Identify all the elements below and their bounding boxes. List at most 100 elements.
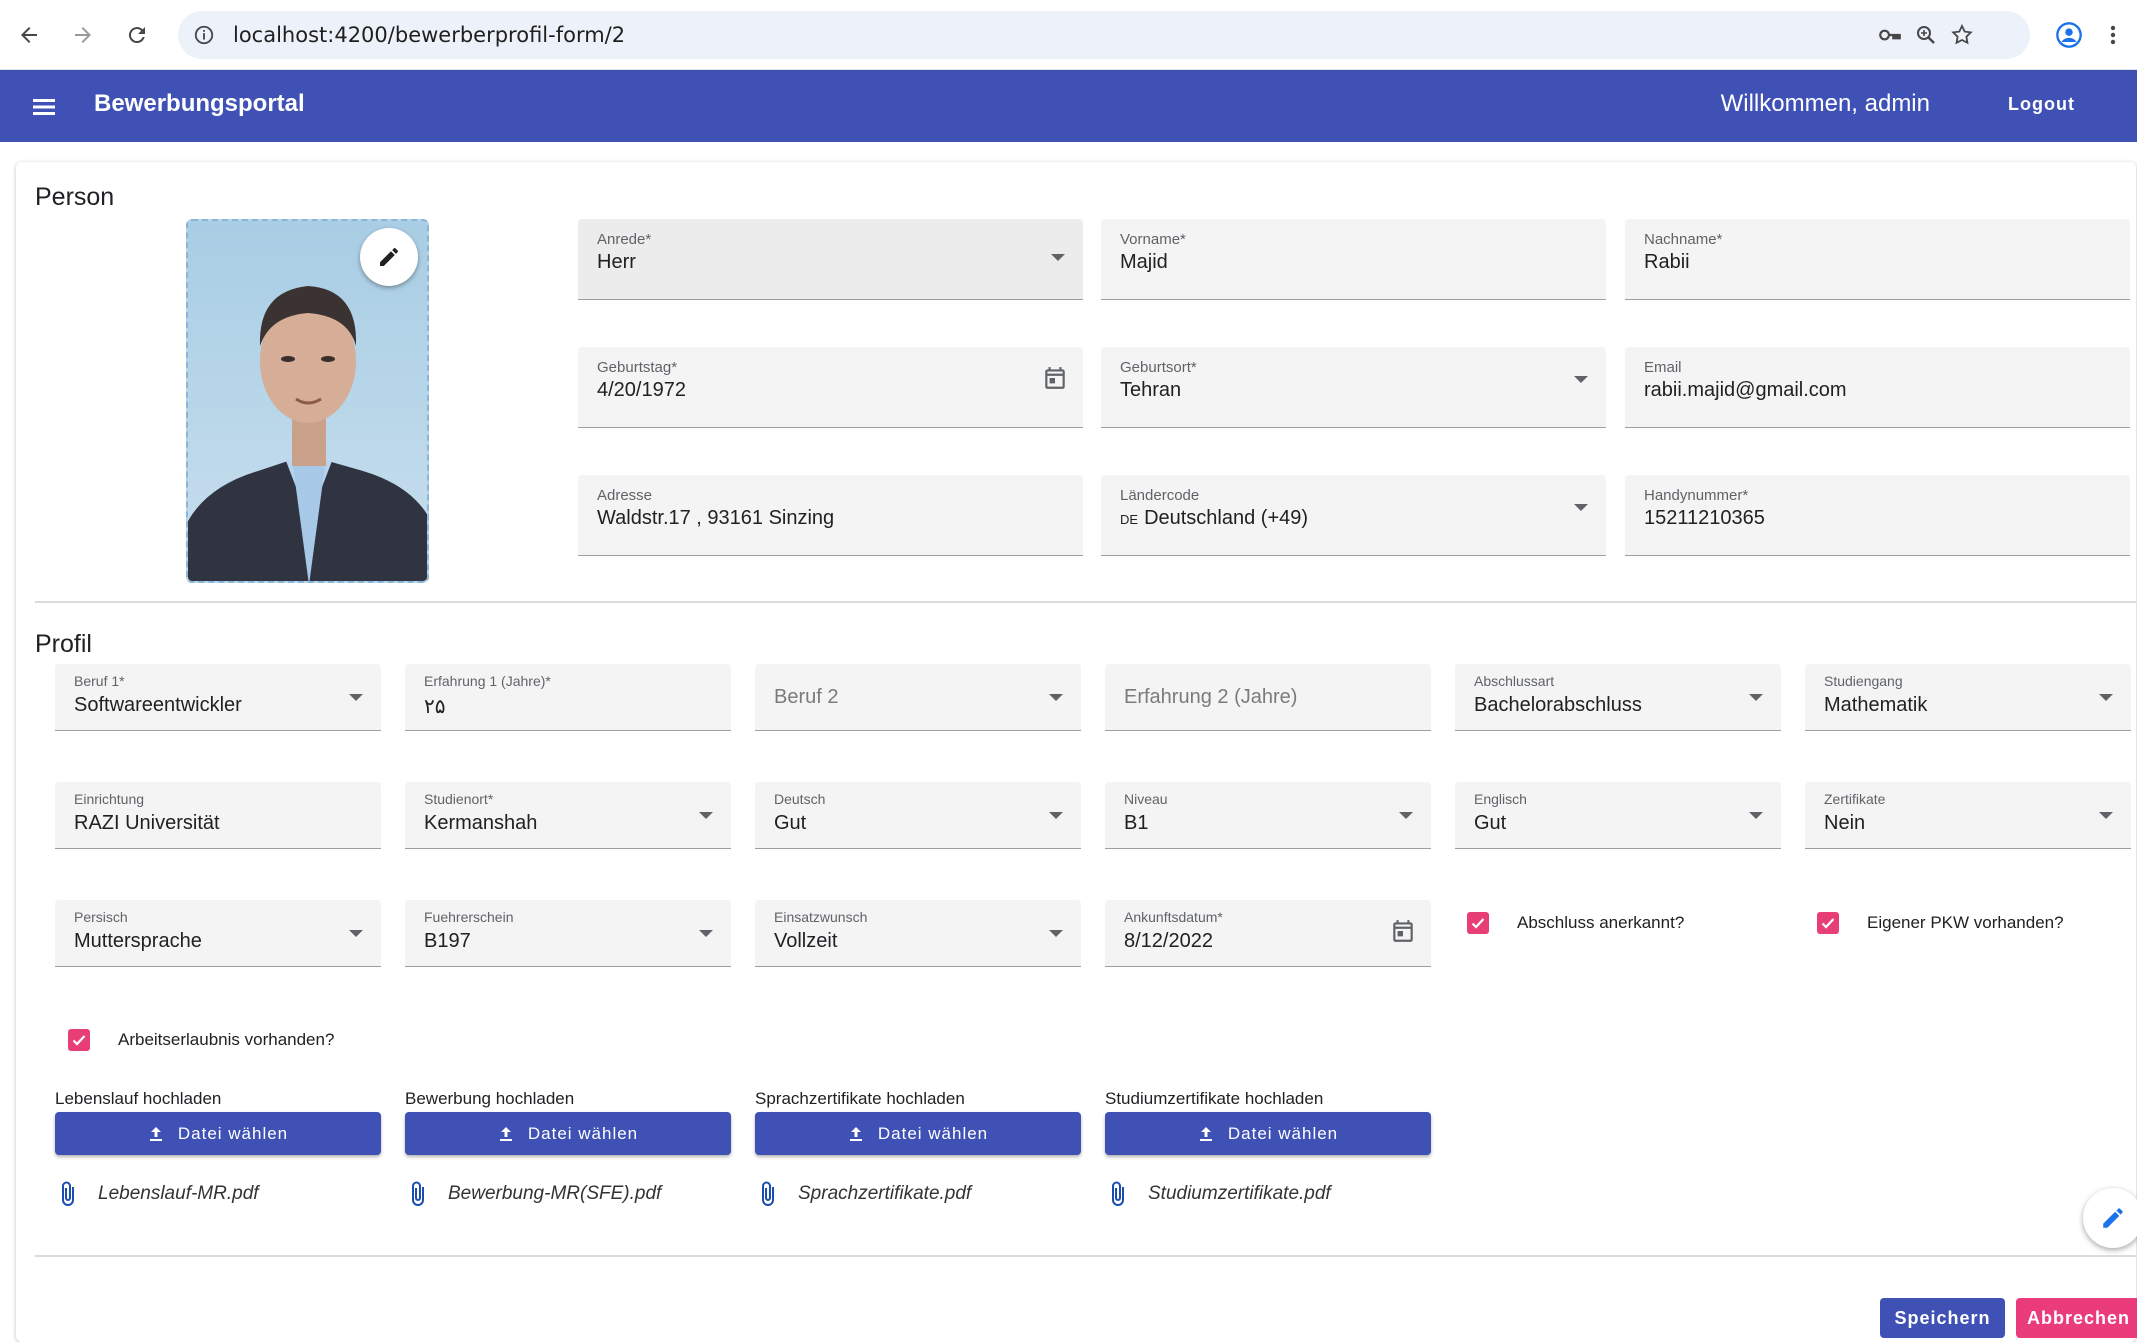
sprachzertifikate-filename[interactable]: Sprachzertifikate.pdf	[798, 1183, 971, 1205]
calendar-icon[interactable]	[1042, 365, 1068, 391]
vorname-field[interactable]: Vorname* Majid	[1101, 219, 1606, 300]
arbeitserlaubnis-checkbox[interactable]: Arbeitserlaubnis vorhanden?	[68, 1029, 334, 1051]
upload-icon	[849, 1126, 862, 1141]
vorname-value: Majid	[1120, 251, 1168, 273]
bewerbung-upload-label: Bewerbung hochladen	[405, 1089, 575, 1108]
sprachzertifikate-upload-label: Sprachzertifikate hochladen	[755, 1089, 965, 1108]
bookmark-star-icon[interactable]	[1948, 21, 1976, 49]
profil-section-title: Profil	[35, 630, 92, 658]
checkmark-icon[interactable]	[1467, 912, 1489, 934]
browser-toolbar: localhost:4200/bewerberprofil-form/2	[0, 0, 2137, 70]
ankunftsdatum-value: 8/12/2022	[1124, 930, 1213, 952]
laendercode-select[interactable]: Ländercode DE Deutschland (+49)	[1101, 475, 1606, 556]
studiumzertifikate-upload-button[interactable]: Datei wählen	[1105, 1112, 1431, 1155]
pencil-icon	[380, 248, 398, 266]
deutsch-select[interactable]: Deutsch Gut	[755, 782, 1081, 849]
erfahrung1-field[interactable]: Erfahrung 1 (Jahre)* ۲۵	[405, 664, 731, 731]
paperclip-icon	[1112, 1181, 1124, 1206]
einsatzwunsch-select[interactable]: Einsatzwunsch Vollzeit	[755, 900, 1081, 967]
chevron-down-icon	[699, 930, 713, 937]
nachname-field[interactable]: Nachname* Rabii	[1625, 219, 2130, 300]
studienort-label: Studienort*	[424, 791, 494, 807]
email-value: rabii.majid@gmail.com	[1644, 379, 1847, 401]
address-bar[interactable]: localhost:4200/bewerberprofil-form/2	[178, 11, 2030, 59]
zertifikate-select[interactable]: Zertifikate Nein	[1805, 782, 2131, 849]
erfahrung1-label: Erfahrung 1 (Jahre)*	[424, 673, 551, 689]
anrede-select[interactable]: Anrede* Herr	[578, 219, 1083, 300]
lebenslauf-filename[interactable]: Lebenslauf-MR.pdf	[98, 1183, 259, 1205]
beruf1-select[interactable]: Beruf 1* Softwareentwickler	[55, 664, 381, 731]
abschluss-anerkannt-checkbox[interactable]: Abschluss anerkannt?	[1467, 912, 1684, 934]
logout-button[interactable]: Logout	[2008, 94, 2075, 115]
persisch-label: Persisch	[74, 909, 128, 925]
erfahrung2-field[interactable]: Erfahrung 2 (Jahre)	[1105, 664, 1431, 731]
pencil-icon	[2103, 1208, 2123, 1228]
menu-dots-icon[interactable]	[2098, 16, 2128, 54]
niveau-select[interactable]: Niveau B1	[1105, 782, 1431, 849]
persisch-select[interactable]: Persisch Muttersprache	[55, 900, 381, 967]
geburtsort-select[interactable]: Geburtsort* Tehran	[1101, 347, 1606, 428]
url-text: localhost:4200/bewerberprofil-form/2	[233, 23, 626, 47]
edit-photo-button[interactable]	[360, 228, 418, 286]
bewerbung-file[interactable]: Bewerbung-MR(SFE).pdf	[408, 1180, 661, 1208]
einrichtung-field[interactable]: Einrichtung RAZI Universität	[55, 782, 381, 849]
hamburger-menu-icon[interactable]	[30, 92, 60, 122]
abschlussart-select[interactable]: Abschlussart Bachelorabschluss	[1455, 664, 1781, 731]
geburtstag-field[interactable]: Geburtstag* 4/20/1972	[578, 347, 1083, 428]
save-button[interactable]: Speichern	[1880, 1298, 2005, 1338]
checkmark-icon[interactable]	[1817, 912, 1839, 934]
email-label: Email	[1644, 359, 1682, 376]
fuehrerschein-value: B197	[424, 930, 471, 952]
studiengang-select[interactable]: Studiengang Mathematik	[1805, 664, 2131, 731]
upload-button-label: Datei wählen	[1227, 1123, 1339, 1143]
handynummer-value: 15211210365	[1644, 507, 1765, 529]
upload-button-label: Datei wählen	[877, 1123, 989, 1143]
email-field[interactable]: Email rabii.majid@gmail.com	[1625, 347, 2130, 428]
cancel-button[interactable]: Abbrechen	[2016, 1298, 2137, 1338]
studiumzertifikate-file[interactable]: Studiumzertifikate.pdf	[1108, 1180, 1331, 1208]
lebenslauf-file[interactable]: Lebenslauf-MR.pdf	[58, 1180, 259, 1208]
eigener-pkw-checkbox[interactable]: Eigener PKW vorhanden?	[1817, 912, 2064, 934]
deutsch-label: Deutsch	[774, 791, 826, 807]
upload-button-label: Datei wählen	[527, 1123, 639, 1143]
chevron-down-icon	[1574, 504, 1588, 511]
flag-code: DE	[1120, 512, 1139, 527]
forward-icon[interactable]	[64, 16, 102, 54]
key-icon[interactable]	[1876, 21, 1904, 49]
site-info-icon[interactable]	[190, 21, 218, 49]
studiumzertifikate-filename[interactable]: Studiumzertifikate.pdf	[1148, 1183, 1331, 1205]
anrede-value: Herr	[597, 251, 636, 273]
edit-fab-button[interactable]	[2083, 1188, 2137, 1248]
niveau-label: Niveau	[1124, 791, 1168, 807]
reload-icon[interactable]	[118, 16, 156, 54]
sprachzertifikate-file[interactable]: Sprachzertifikate.pdf	[758, 1180, 971, 1208]
erfahrung1-value: ۲۵	[424, 696, 446, 718]
bewerbung-filename[interactable]: Bewerbung-MR(SFE).pdf	[448, 1183, 661, 1205]
chevron-down-icon	[349, 930, 363, 937]
ankunftsdatum-label: Ankunftsdatum*	[1124, 909, 1223, 925]
einsatzwunsch-value: Vollzeit	[774, 930, 838, 952]
zoom-icon[interactable]	[1912, 21, 1940, 49]
person-section-title: Person	[35, 183, 115, 211]
adresse-field[interactable]: Adresse Waldstr.17 , 93161 Sinzing	[578, 475, 1083, 556]
geburtstag-label: Geburtstag*	[597, 359, 678, 376]
studienort-select[interactable]: Studienort* Kermanshah	[405, 782, 731, 849]
lebenslauf-upload-button[interactable]: Datei wählen	[55, 1112, 381, 1155]
fuehrerschein-label: Fuehrerschein	[424, 909, 514, 925]
englisch-select[interactable]: Englisch Gut	[1455, 782, 1781, 849]
profile-icon[interactable]	[2050, 16, 2088, 54]
checkmark-icon[interactable]	[68, 1029, 90, 1051]
einrichtung-value: RAZI Universität	[74, 812, 220, 834]
beruf2-select[interactable]: Beruf 2	[755, 664, 1081, 731]
sprachzertifikate-upload-button[interactable]: Datei wählen	[755, 1112, 1081, 1155]
bewerbung-upload-button[interactable]: Datei wählen	[405, 1112, 731, 1155]
chevron-down-icon	[1749, 694, 1763, 701]
geburtsort-value: Tehran	[1120, 379, 1182, 401]
back-icon[interactable]	[10, 16, 48, 54]
handynummer-field[interactable]: Handynummer* 15211210365	[1625, 475, 2130, 556]
calendar-icon[interactable]	[1390, 918, 1416, 944]
upload-button-label: Datei wählen	[177, 1123, 289, 1143]
fuehrerschein-select[interactable]: Fuehrerschein B197	[405, 900, 731, 967]
ankunftsdatum-field[interactable]: Ankunftsdatum* 8/12/2022	[1105, 900, 1431, 967]
eigener-pkw-label: Eigener PKW vorhanden?	[1867, 913, 2064, 932]
